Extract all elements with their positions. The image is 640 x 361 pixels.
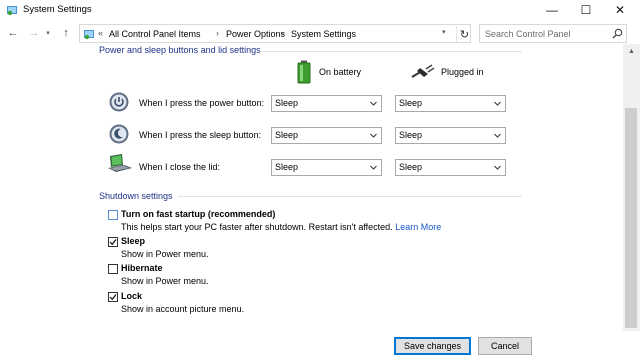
up-button[interactable]: ↑ <box>58 25 74 41</box>
power-section-heading: Power and sleep buttons and lid settings <box>99 45 261 55</box>
chevron-down-icon <box>494 133 501 138</box>
chevron-down-icon <box>370 165 377 170</box>
section-divider <box>178 196 522 197</box>
selected-value: Sleep <box>399 130 423 140</box>
fast-startup-title[interactable]: Turn on fast startup (recommended) <box>121 209 275 219</box>
sleep-option-description: Show in Power menu. <box>121 249 209 259</box>
chevron-down-icon <box>494 165 501 170</box>
search-input[interactable] <box>480 25 608 42</box>
scroll-up-arrow-icon[interactable]: ▲ <box>623 44 640 58</box>
lid-close-plugged-select[interactable]: Sleep <box>395 159 506 176</box>
power-button-plugged-select[interactable]: Sleep <box>395 95 506 112</box>
selected-value: Sleep <box>275 98 299 108</box>
hibernate-option-description: Show in Power menu. <box>121 276 209 286</box>
lock-option-description: Show in account picture menu. <box>121 304 245 314</box>
selected-value: Sleep <box>275 130 299 140</box>
address-dropdown-icon[interactable]: ▾ <box>442 28 446 36</box>
hibernate-option-title[interactable]: Hibernate <box>121 263 163 273</box>
save-changes-button[interactable]: Save changes <box>394 337 471 355</box>
power-button-label: When I press the power button: <box>139 98 265 108</box>
lid-close-label: When I close the lid: <box>139 162 221 172</box>
sleep-button-label: When I press the sleep button: <box>139 130 262 140</box>
breadcrumb-system-settings[interactable]: System Settings <box>291 29 356 39</box>
window-title: System Settings <box>23 4 92 15</box>
close-button[interactable]: ✕ <box>600 0 640 20</box>
plugged-in-label: Plugged in <box>441 67 484 77</box>
address-bar[interactable]: « All Control Panel Items › Power Option… <box>79 24 471 43</box>
checkmark-icon <box>109 239 117 246</box>
sleep-checkbox[interactable] <box>108 237 118 247</box>
column-plugged-in: Plugged in <box>410 64 484 80</box>
cancel-button[interactable]: Cancel <box>478 337 532 355</box>
settings-content: Power and sleep buttons and lid settings… <box>0 44 623 331</box>
control-panel-icon <box>7 6 17 16</box>
fast-startup-checkbox[interactable] <box>108 210 118 220</box>
learn-more-link[interactable]: Learn More <box>395 222 441 232</box>
search-icon[interactable] <box>612 28 623 39</box>
sleep-button-plugged-select[interactable]: Sleep <box>395 127 506 144</box>
hibernate-checkbox[interactable] <box>108 264 118 274</box>
power-plug-icon <box>411 64 435 78</box>
power-button-icon <box>109 92 129 112</box>
fast-startup-desc-text: This helps start your PC faster after sh… <box>121 222 393 232</box>
breadcrumb-power-options[interactable]: Power Options <box>226 29 285 39</box>
sleep-option-title[interactable]: Sleep <box>121 236 145 246</box>
chevron-down-icon <box>494 101 501 106</box>
breadcrumb-overflow-icon[interactable]: « <box>98 28 103 38</box>
title-bar: System Settings — ☐ ✕ <box>0 0 640 20</box>
laptop-lid-icon <box>108 154 132 172</box>
section-divider <box>260 51 522 52</box>
chevron-down-icon <box>370 133 377 138</box>
column-on-battery: On battery <box>297 60 361 84</box>
shutdown-section-heading: Shutdown settings <box>99 191 173 201</box>
fast-startup-description: This helps start your PC faster after sh… <box>121 222 441 232</box>
search-box[interactable] <box>479 24 627 43</box>
sleep-button-icon <box>109 124 129 144</box>
button-bar: Save changes Cancel <box>0 331 640 361</box>
control-panel-icon <box>84 30 94 40</box>
back-button[interactable]: ← <box>5 25 21 41</box>
checkmark-icon <box>109 294 117 301</box>
on-battery-label: On battery <box>319 67 362 77</box>
power-button-battery-select[interactable]: Sleep <box>271 95 382 112</box>
breadcrumb-all-control-panel-items[interactable]: All Control Panel Items <box>109 29 201 39</box>
vertical-scrollbar[interactable]: ▲ <box>623 44 640 331</box>
chevron-down-icon <box>370 101 377 106</box>
selected-value: Sleep <box>399 98 423 108</box>
refresh-button[interactable]: ↻ <box>456 26 472 42</box>
selected-value: Sleep <box>399 162 423 172</box>
sleep-button-battery-select[interactable]: Sleep <box>271 127 382 144</box>
navigation-bar: ← → ▾ ↑ « All Control Panel Items › Powe… <box>0 22 640 44</box>
lid-close-battery-select[interactable]: Sleep <box>271 159 382 176</box>
lock-option-title[interactable]: Lock <box>121 291 142 301</box>
breadcrumb-separator-icon[interactable]: › <box>216 28 219 38</box>
scrollbar-thumb[interactable] <box>625 108 637 328</box>
battery-icon <box>297 60 311 84</box>
recent-locations-dropdown[interactable]: ▾ <box>40 25 56 41</box>
selected-value: Sleep <box>275 162 299 172</box>
lock-checkbox[interactable] <box>108 292 118 302</box>
breadcrumb-separator-icon[interactable]: › <box>281 28 284 38</box>
